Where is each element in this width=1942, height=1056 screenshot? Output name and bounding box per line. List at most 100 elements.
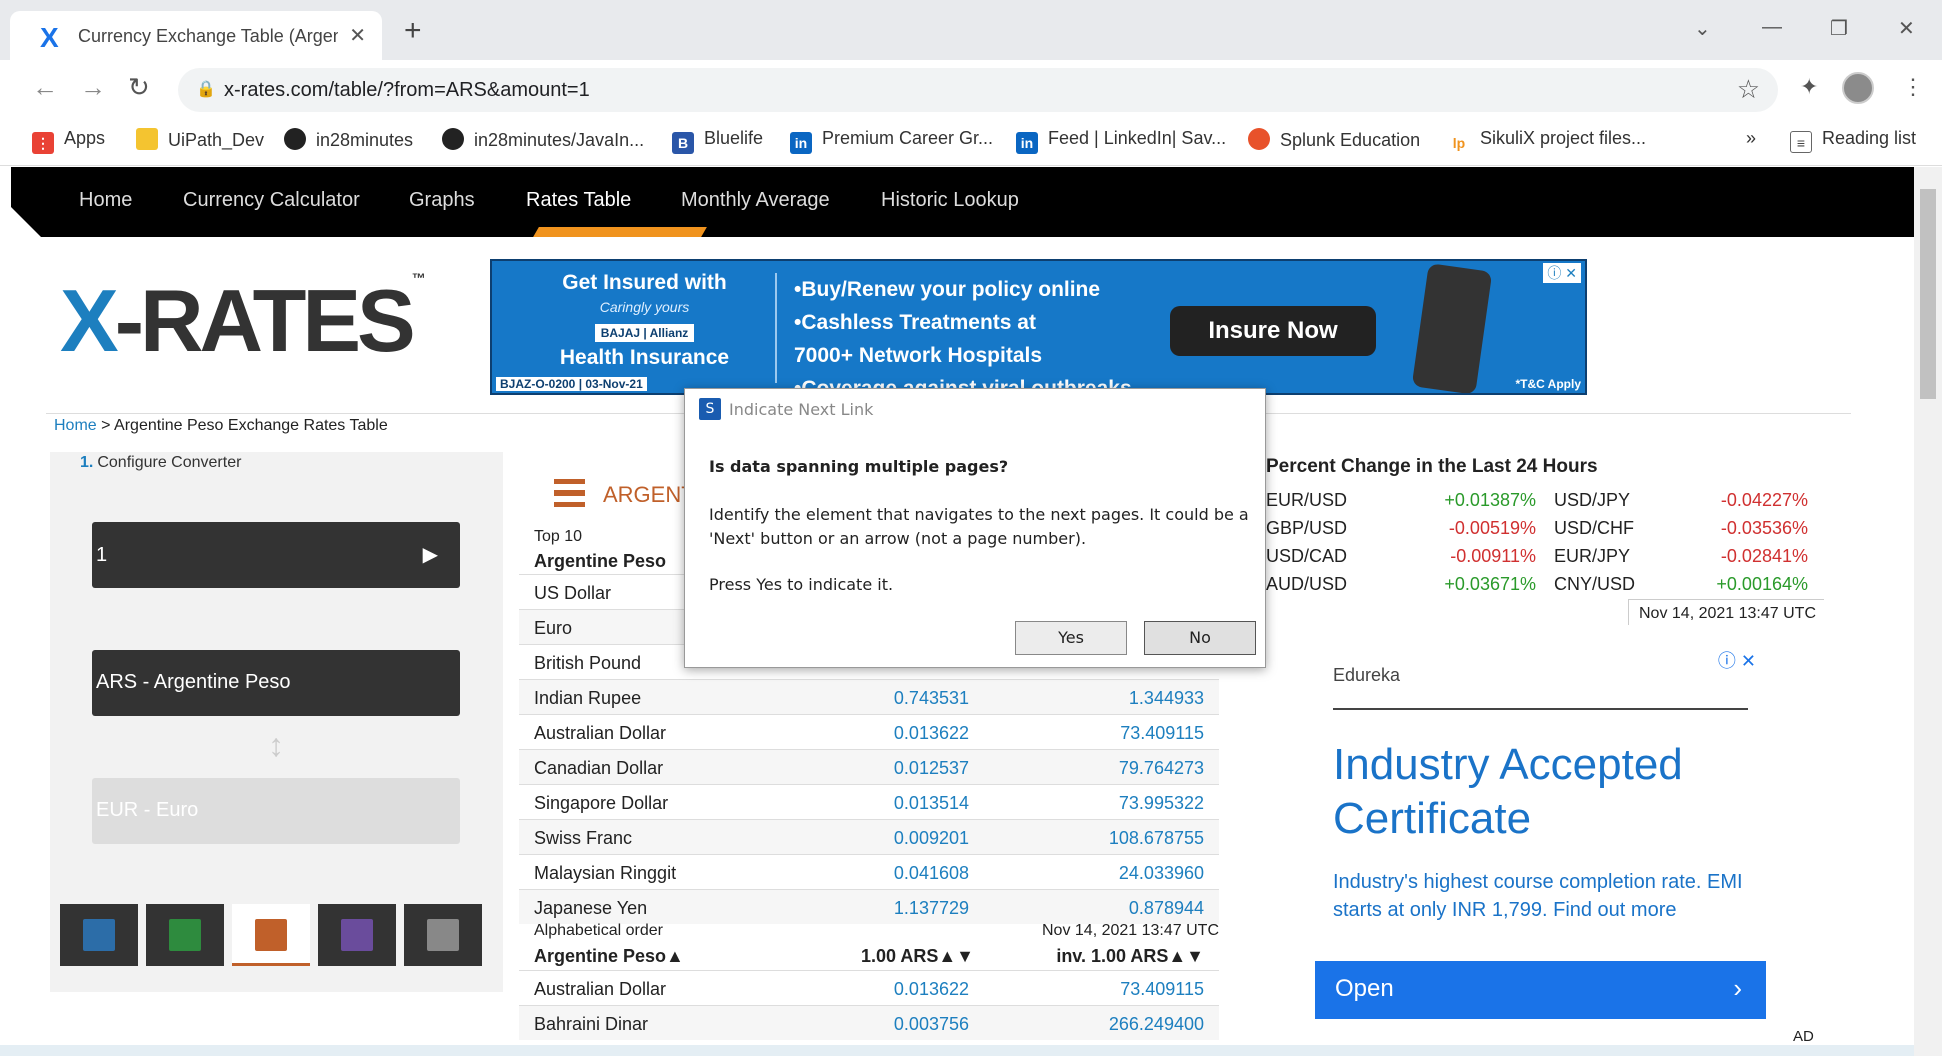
pair-link[interactable]: USD/JPY (1554, 490, 1630, 511)
nav-monthly-average[interactable]: Monthly Average (681, 189, 830, 212)
logo-text: -RATES (114, 271, 416, 370)
to-currency-select[interactable]: EUR - Euro (92, 778, 460, 844)
sort-currency-header[interactable]: Argentine Peso▲ (534, 946, 684, 967)
inverse-rate-link[interactable]: 79.764273 (1119, 758, 1204, 779)
currency-name: Indian Rupee (534, 688, 642, 708)
close-window-icon[interactable]: ✕ (1898, 16, 1915, 41)
play-icon[interactable]: ▶ (423, 542, 438, 567)
reload-icon[interactable]: ↻ (128, 72, 150, 103)
nav-historic-lookup[interactable]: Historic Lookup (881, 189, 1019, 212)
inverse-rate-link[interactable]: 1.344933 (1129, 688, 1204, 709)
yes-button[interactable]: Yes (1015, 621, 1127, 655)
bookmark-premium-career[interactable]: in Premium Career Gr... (790, 128, 993, 154)
browser-tab[interactable]: X Currency Exchange Table (Argent ✕ (10, 11, 382, 60)
breadcrumb-home-link[interactable]: Home (54, 417, 97, 434)
table-row: Canadian Dollar 0.012537 79.764273 (519, 749, 1219, 784)
close-tab-icon[interactable]: ✕ (349, 23, 366, 48)
nav-currency-calculator[interactable]: Currency Calculator (183, 189, 360, 212)
percent-change-timestamp: Nov 14, 2021 13:47 UTC (1628, 599, 1824, 625)
no-button[interactable]: No (1144, 621, 1256, 655)
linkedin-icon: in (1016, 132, 1038, 154)
rate-link[interactable]: 0.041608 (894, 863, 969, 884)
inverse-rate-link[interactable]: 108.678755 (1109, 828, 1204, 849)
rate-link[interactable]: 0.003756 (894, 1014, 969, 1035)
graph-tool-tab[interactable] (146, 904, 224, 966)
bookmark-in28minutes[interactable]: in28minutes (284, 128, 413, 151)
pair-link[interactable]: CNY/USD (1554, 574, 1635, 595)
menu-kebab-icon[interactable]: ⋮ (1902, 74, 1924, 100)
forward-icon[interactable]: → (80, 72, 106, 103)
ad-info-close-icon[interactable]: ⓘ ✕ (1543, 263, 1581, 283)
ad-info-close-icon[interactable]: ⓘ ✕ (1718, 647, 1756, 673)
back-icon[interactable]: ← (32, 72, 58, 103)
edureka-ad[interactable]: ⓘ ✕ Edureka Industry Accepted Certificat… (1315, 643, 1766, 1021)
bookmark-uipath-dev[interactable]: UiPath_Dev (136, 128, 264, 151)
monthly-tool-tab[interactable] (318, 904, 396, 966)
nav-rates-table[interactable]: Rates Table (526, 189, 631, 212)
inverse-rate-link[interactable]: 0.878944 (1129, 898, 1204, 919)
pair-link[interactable]: EUR/USD (1266, 490, 1347, 511)
pair-link[interactable]: GBP/USD (1266, 518, 1347, 539)
inverse-rate-link[interactable]: 73.409115 (1120, 723, 1204, 744)
amount-input[interactable]: 1 ▶ (92, 522, 460, 588)
bookmark-sikulix[interactable]: lp SikuliX project files... (1448, 128, 1646, 154)
horizontal-scrollbar[interactable] (0, 1045, 1914, 1056)
bookmark-splunk[interactable]: Splunk Education (1248, 128, 1420, 151)
pair-link[interactable]: AUD/USD (1266, 574, 1347, 595)
new-tab-icon[interactable]: + (404, 14, 422, 48)
nav-home[interactable]: Home (79, 189, 132, 212)
insure-now-button[interactable]: Insure Now (1170, 306, 1376, 356)
inverse-rate-link[interactable]: 24.033960 (1119, 863, 1204, 884)
sort-rate-header[interactable]: 1.00 ARS▲▼ (861, 946, 974, 967)
rate-link[interactable]: 0.013622 (894, 723, 969, 744)
pair-link[interactable]: EUR/JPY (1554, 546, 1630, 567)
bookmark-in28minutes-java[interactable]: in28minutes/JavaIn... (442, 128, 644, 151)
rate-link[interactable]: 0.009201 (894, 828, 969, 849)
rate-link[interactable]: 0.013622 (894, 979, 969, 1000)
rate-link[interactable]: 0.743531 (894, 688, 969, 709)
extensions-icon[interactable]: ✦ (1800, 74, 1818, 100)
ad-bullet: •Cashless Treatments at (794, 311, 1036, 334)
dialog-title: Indicate Next Link (729, 400, 874, 419)
address-bar[interactable]: 🔒 x-rates.com/table/?from=ARS&amount=1 ☆ (178, 68, 1778, 112)
rate-link[interactable]: 0.013514 (894, 793, 969, 814)
inverse-rate-link[interactable]: 73.995322 (1119, 793, 1204, 814)
scrollbar-thumb[interactable] (1920, 189, 1936, 399)
currency-name: Swiss Franc (534, 828, 633, 848)
currency-name: British Pound (534, 653, 642, 673)
historic-tool-tab[interactable] (404, 904, 482, 966)
bookmark-apps[interactable]: ⋮ Apps (32, 128, 105, 154)
insurance-ad-banner[interactable]: Get Insured with Caringly yours BAJAJ | … (490, 259, 1587, 395)
ad-open-button[interactable]: Open › (1315, 961, 1766, 1019)
pair-link[interactable]: USD/CHF (1554, 518, 1634, 539)
tab-search-icon[interactable]: ⌄ (1694, 16, 1711, 41)
swap-icon[interactable]: ↕ (268, 727, 284, 764)
table-row: Malaysian Ringgit 0.041608 24.033960 (519, 854, 1219, 889)
configure-step: 1. Configure Converter (80, 454, 241, 472)
rates-table-tool-tab[interactable] (232, 904, 310, 966)
currency-name: Canadian Dollar (534, 758, 664, 778)
lock-icon[interactable]: 🔒 (196, 79, 216, 99)
reading-list[interactable]: ≡ Reading list (1790, 128, 1916, 153)
vertical-scrollbar[interactable] (1914, 167, 1942, 1056)
inverse-rate-link[interactable]: 266.249400 (1109, 1014, 1204, 1035)
from-currency-select[interactable]: ARS - Argentine Peso (92, 650, 460, 716)
minimize-icon[interactable]: — (1762, 16, 1782, 39)
bookmark-bluelife[interactable]: B Bluelife (672, 128, 763, 154)
restore-icon[interactable]: ❐ (1830, 16, 1848, 41)
rate-link[interactable]: 0.012537 (894, 758, 969, 779)
inverse-rate-link[interactable]: 73.409115 (1120, 979, 1204, 1000)
ad-body[interactable]: Industry's highest course completion rat… (1333, 868, 1753, 924)
change-value: +0.01387% (1444, 490, 1536, 510)
nav-graphs[interactable]: Graphs (409, 189, 475, 212)
bookmark-feed-linkedin[interactable]: in Feed | LinkedIn| Sav... (1016, 128, 1226, 154)
rate-link[interactable]: 1.137729 (894, 898, 969, 919)
ad-headline[interactable]: Industry Accepted Certificate (1333, 738, 1753, 846)
sort-inverse-header[interactable]: inv. 1.00 ARS▲▼ (1056, 946, 1204, 967)
pair-link[interactable]: USD/CAD (1266, 546, 1347, 567)
x-rates-logo[interactable]: X-RATES™ (60, 270, 426, 372)
profile-avatar[interactable] (1842, 72, 1874, 104)
bookmark-star-icon[interactable]: ☆ (1737, 74, 1760, 105)
more-bookmarks-icon[interactable]: » (1746, 128, 1756, 149)
calculator-tool-tab[interactable] (60, 904, 138, 966)
